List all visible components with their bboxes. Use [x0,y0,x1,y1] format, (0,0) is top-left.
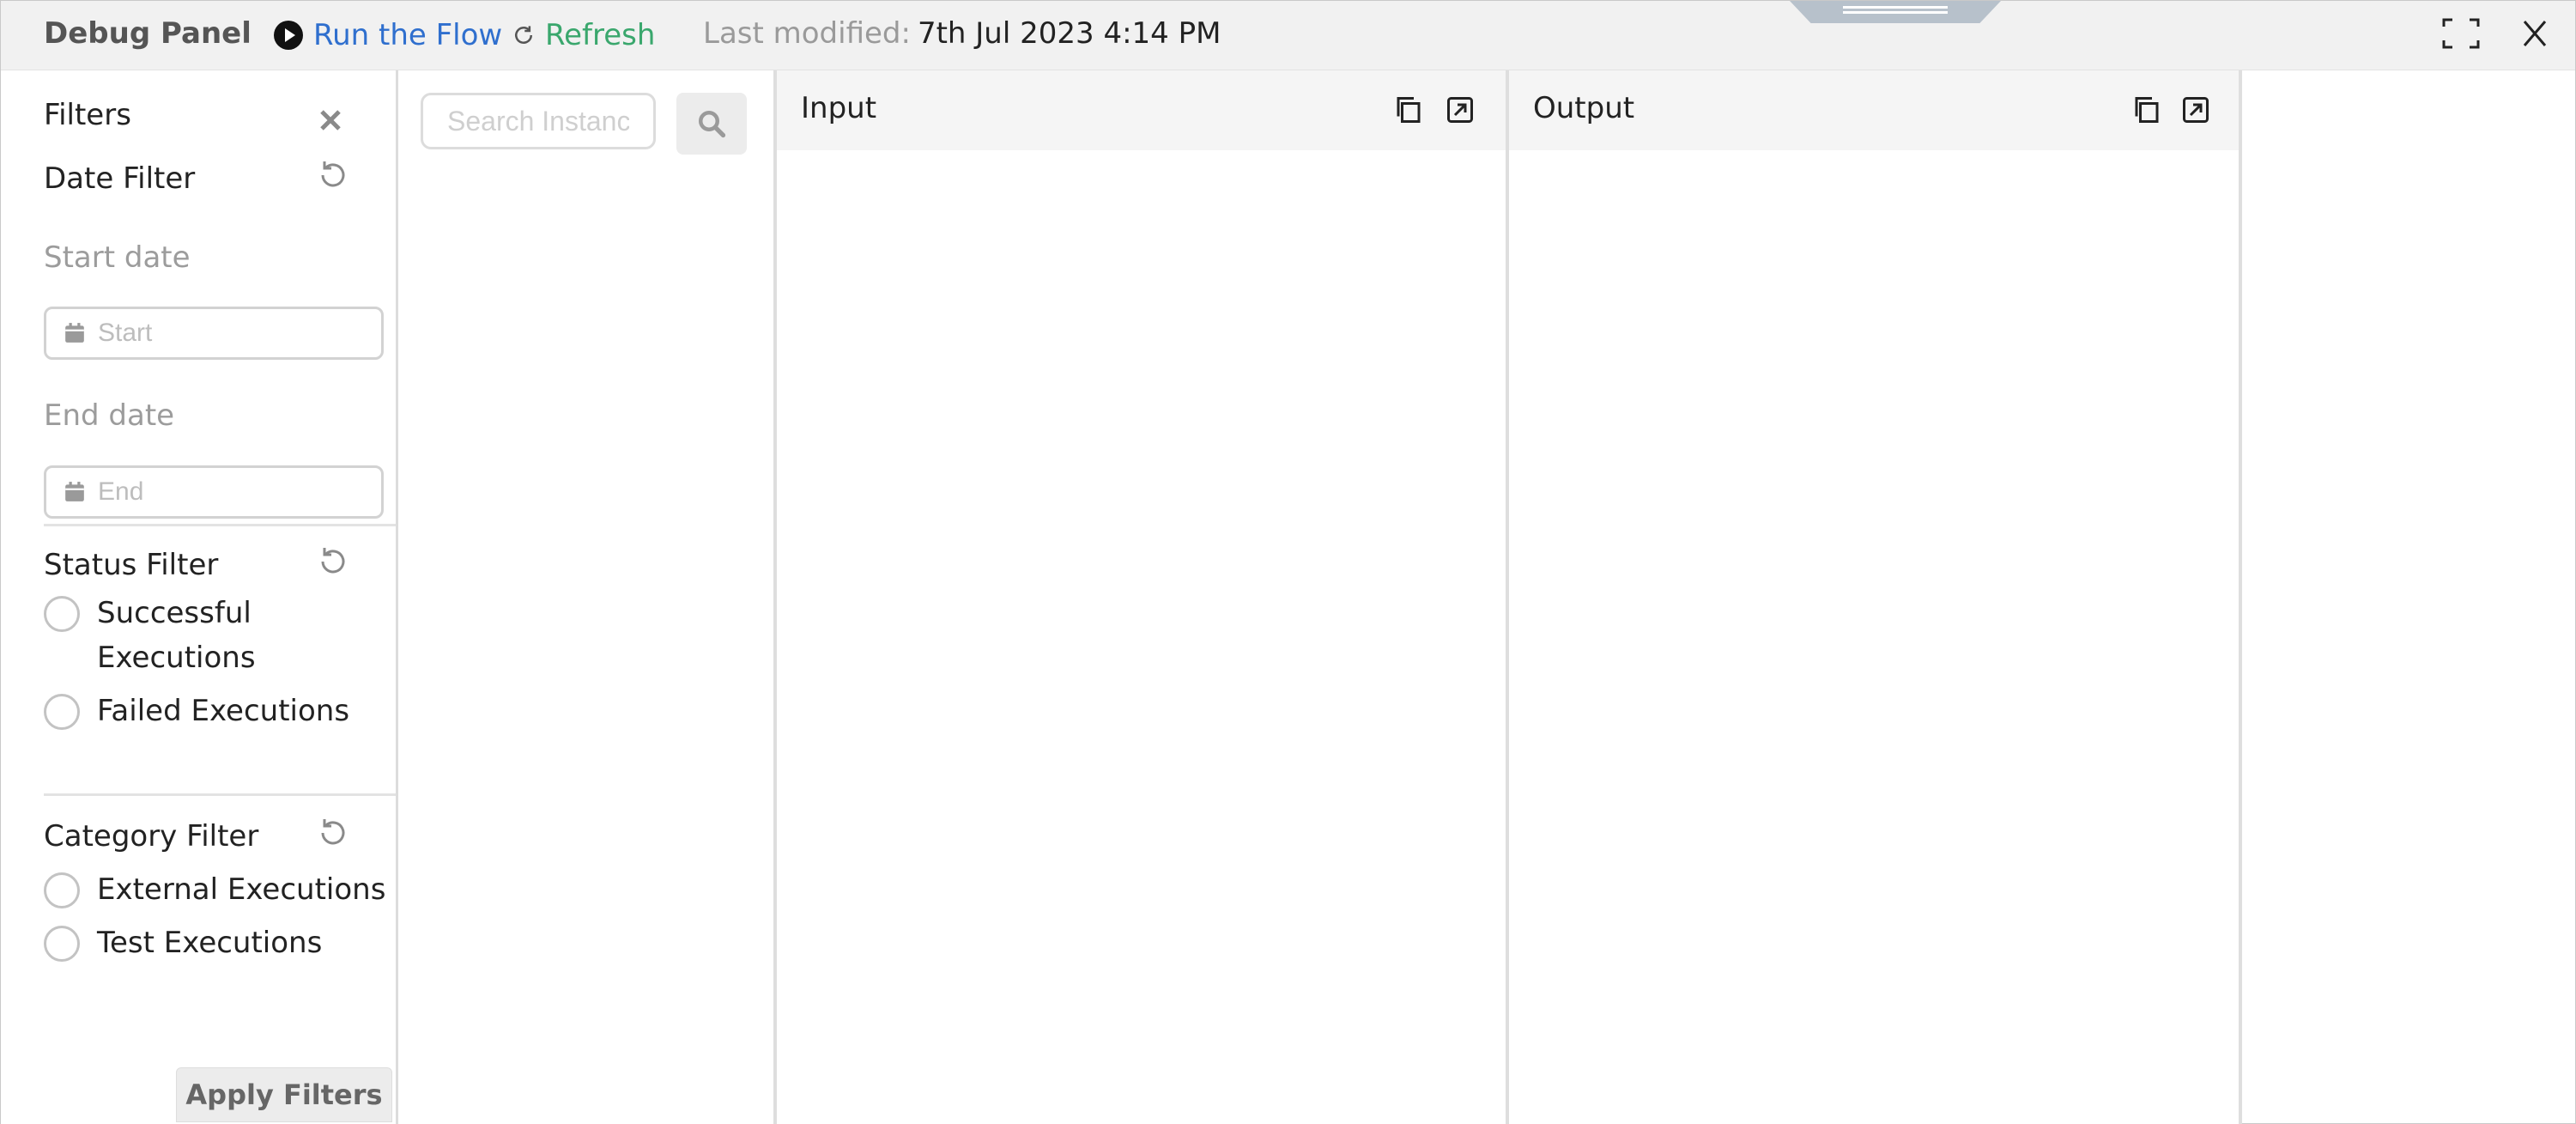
status-option-label: Successful Executions [97,596,256,675]
category-option-external[interactable]: External Executions [44,872,385,912]
reset-icon [321,161,345,187]
close-icon [2523,21,2547,46]
search-button[interactable] [676,93,747,155]
search-icon [699,111,726,138]
status-filter-title: Status Filter [44,548,219,582]
reset-icon [321,548,345,574]
output-pane-title: Output [1533,91,1635,125]
start-date-label: Start date [44,240,191,275]
expand-icon [2183,97,2209,123]
category-option-label: Test Executions [97,926,323,960]
end-date-field[interactable] [44,465,384,519]
filters-sidebar: Filters Date Filter Start date End date [1,70,398,1124]
drag-handle[interactable] [1790,1,2001,23]
status-option-label: Failed Executions [97,694,350,728]
last-modified-value: 7th Jul 2023 4:14 PM [917,16,1221,51]
output-pane-header: Output [1509,70,2239,150]
copy-input-button[interactable] [1393,94,1424,125]
calendar-icon [65,482,84,501]
search-instances-input[interactable] [421,93,656,149]
end-date-label: End date [44,398,175,433]
play-circle-icon [274,21,303,50]
copy-icon [2135,97,2159,123]
filter-divider [44,793,396,796]
panel-header: Debug Panel Run the Flow Refresh Last mo… [1,1,2575,70]
close-panel-button[interactable] [2514,16,2555,51]
refresh-icon [515,26,532,44]
apply-filters-button[interactable]: Apply Filters [176,1067,392,1122]
input-pane-title: Input [801,91,877,125]
expand-output-button[interactable] [2180,94,2211,125]
expand-input-button[interactable] [1445,94,1476,125]
filters-title: Filters [44,98,131,132]
refresh-button[interactable]: Refresh [511,16,655,54]
input-pane: Input [773,70,1509,1124]
reset-status-filter-button[interactable] [316,544,350,579]
reset-icon [321,819,345,845]
input-pane-header: Input [777,70,1506,150]
category-filter-title: Category Filter [44,819,259,854]
run-flow-label: Run the Flow [313,18,503,52]
date-filter-title: Date Filter [44,161,196,196]
status-option-failed[interactable]: Failed Executions [44,694,349,733]
category-option-test[interactable]: Test Executions [44,926,322,965]
last-modified-label: Last modified: [703,16,911,51]
close-filters-button[interactable] [313,103,348,137]
radio-circle[interactable] [44,872,80,908]
refresh-label: Refresh [545,18,656,52]
start-date-input[interactable] [96,318,357,349]
radio-circle[interactable] [44,596,80,632]
fullscreen-button[interactable] [2440,16,2482,51]
copy-icon [1397,97,1421,123]
instance-search-column [398,70,774,1124]
reset-category-filter-button[interactable] [316,816,350,850]
status-option-successful[interactable]: Successful Executions [44,596,277,680]
start-date-field[interactable] [44,307,384,360]
reset-date-filter-button[interactable] [316,158,350,192]
end-date-input[interactable] [96,477,357,507]
radio-circle[interactable] [44,694,80,730]
last-modified: Last modified: 7th Jul 2023 4:14 PM [703,16,1221,51]
panel-title: Debug Panel [44,16,252,51]
close-icon [320,110,341,131]
calendar-icon [65,323,84,343]
output-pane: Output [1506,70,2242,1124]
radio-circle[interactable] [44,926,80,962]
category-option-label: External Executions [97,872,386,907]
fullscreen-icon [2442,18,2480,49]
expand-icon [1447,97,1473,123]
filter-divider [44,524,396,526]
run-flow-button[interactable]: Run the Flow [274,16,502,54]
copy-output-button[interactable] [2131,94,2162,125]
debug-panel-window: Debug Panel Run the Flow Refresh Last mo… [0,0,2576,1124]
